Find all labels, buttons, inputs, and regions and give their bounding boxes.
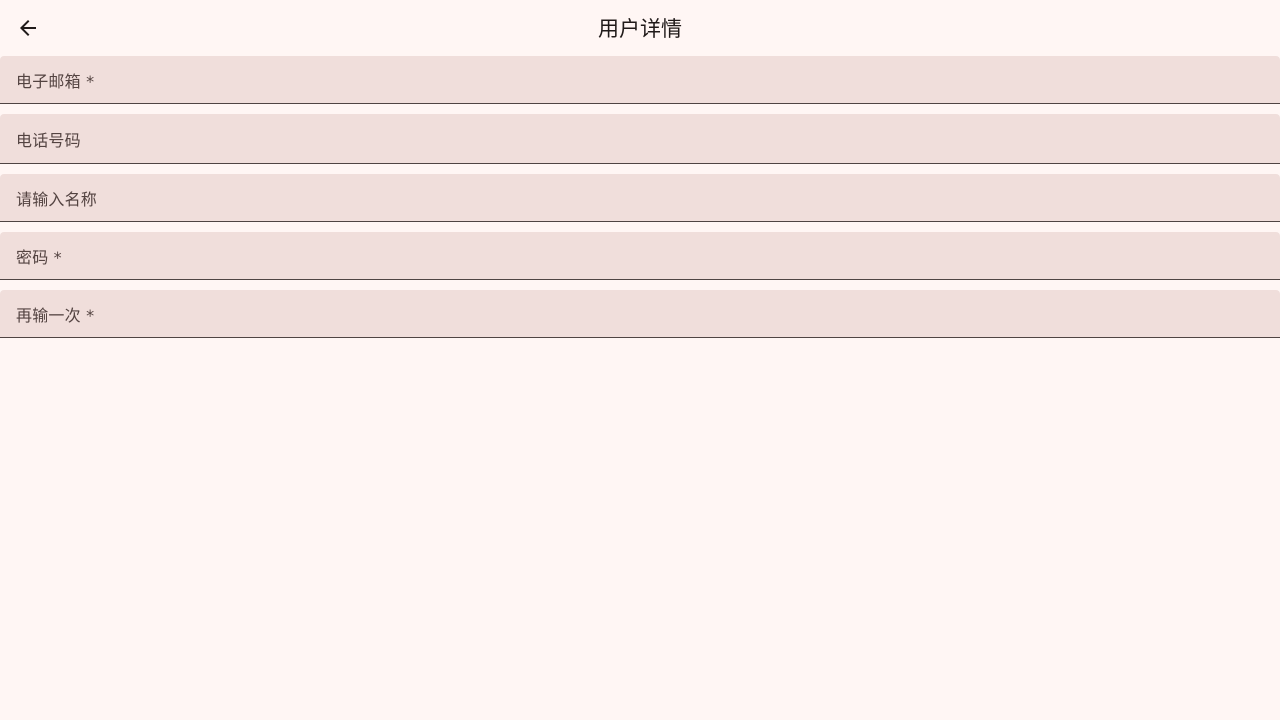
email-field[interactable]: 电子邮箱 * [0, 56, 1280, 104]
confirm-password-field-label: 再输一次 * [16, 305, 95, 325]
phone-field[interactable]: 电话号码 [0, 114, 1280, 164]
app-bar: 用户详情 [0, 0, 1280, 56]
confirm-password-field[interactable]: 再输一次 * [0, 290, 1280, 338]
phone-field-label: 电话号码 [16, 130, 81, 150]
name-field-label: 请输入名称 [16, 189, 98, 209]
password-field[interactable]: 密码 * [0, 232, 1280, 280]
password-field-label: 密码 * [16, 247, 62, 267]
email-field-label: 电子邮箱 * [16, 71, 95, 91]
name-field[interactable]: 请输入名称 [0, 174, 1280, 222]
page-title: 用户详情 [598, 17, 682, 41]
